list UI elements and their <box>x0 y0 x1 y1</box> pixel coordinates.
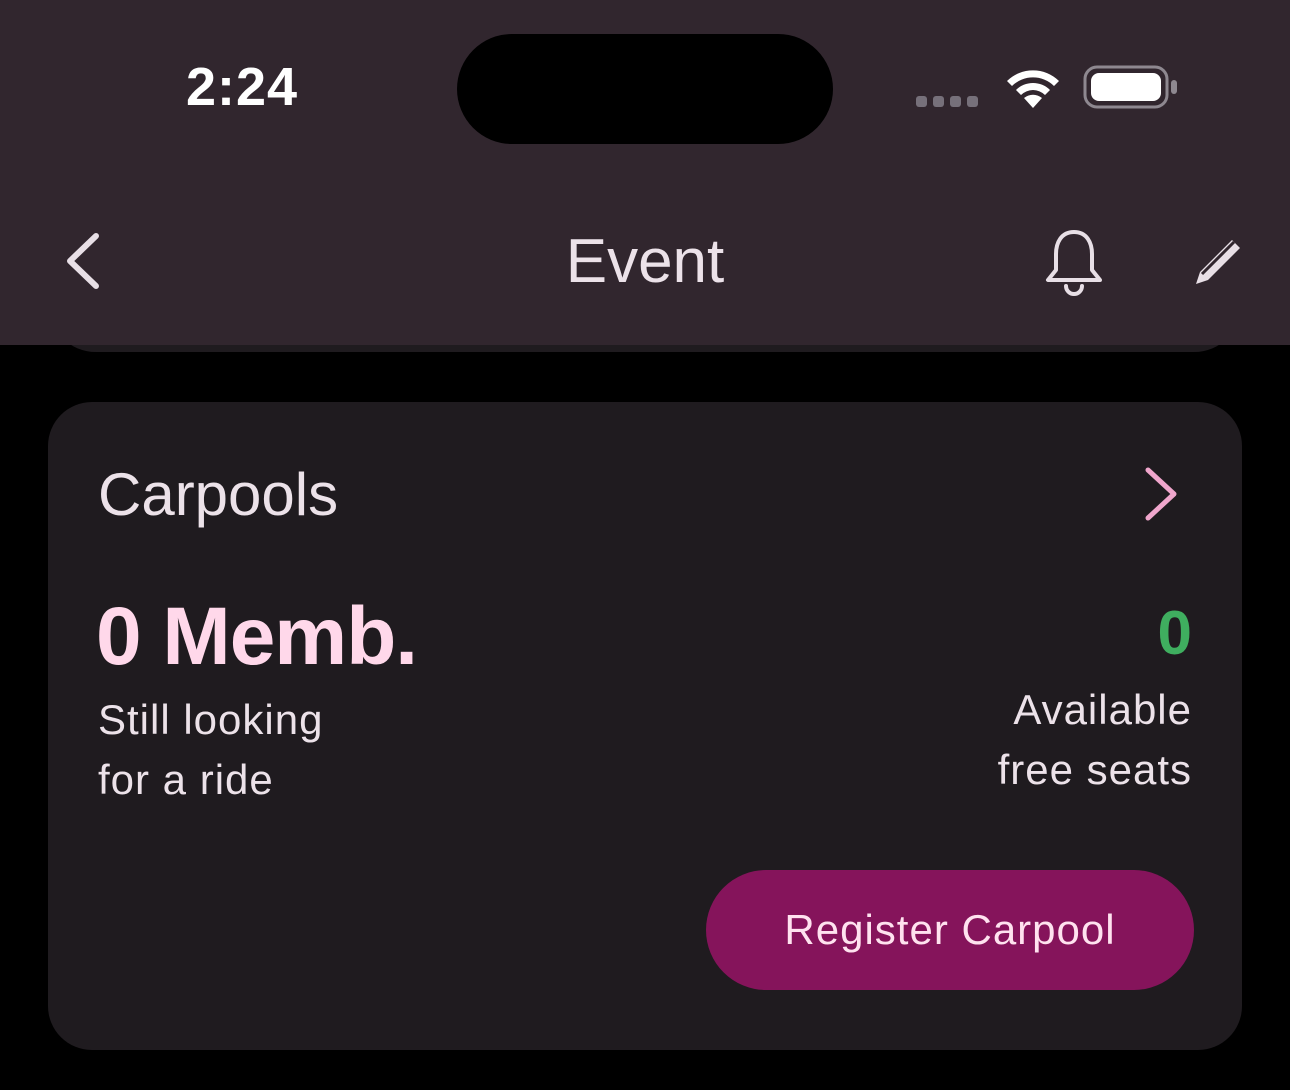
status-time: 2:24 <box>186 57 299 117</box>
dynamic-island <box>457 34 833 144</box>
cellular-signal-icon <box>916 96 978 107</box>
register-carpool-button[interactable]: Register Carpool <box>706 870 1194 990</box>
chevron-right-icon[interactable] <box>1136 464 1186 524</box>
members-label: Still looking for a ride <box>98 690 498 810</box>
members-label-line2: for a ride <box>98 756 274 803</box>
carpools-card[interactable]: Carpools 0 Memb. Still looking for a rid… <box>48 402 1242 1050</box>
bell-icon[interactable] <box>1042 226 1106 296</box>
battery-icon <box>1083 65 1177 109</box>
members-count: 0 Memb. <box>96 591 418 682</box>
seats-label-line2: free seats <box>997 746 1192 793</box>
pencil-icon[interactable] <box>1188 232 1248 292</box>
wifi-icon <box>1007 70 1059 108</box>
seats-label: Available free seats <box>792 680 1192 800</box>
header: 2:24 Event <box>0 0 1290 345</box>
seats-label-line1: Available <box>1013 686 1192 733</box>
card-title: Carpools <box>98 461 339 528</box>
members-label-line1: Still looking <box>98 696 324 743</box>
seats-count: 0 <box>1157 599 1192 668</box>
